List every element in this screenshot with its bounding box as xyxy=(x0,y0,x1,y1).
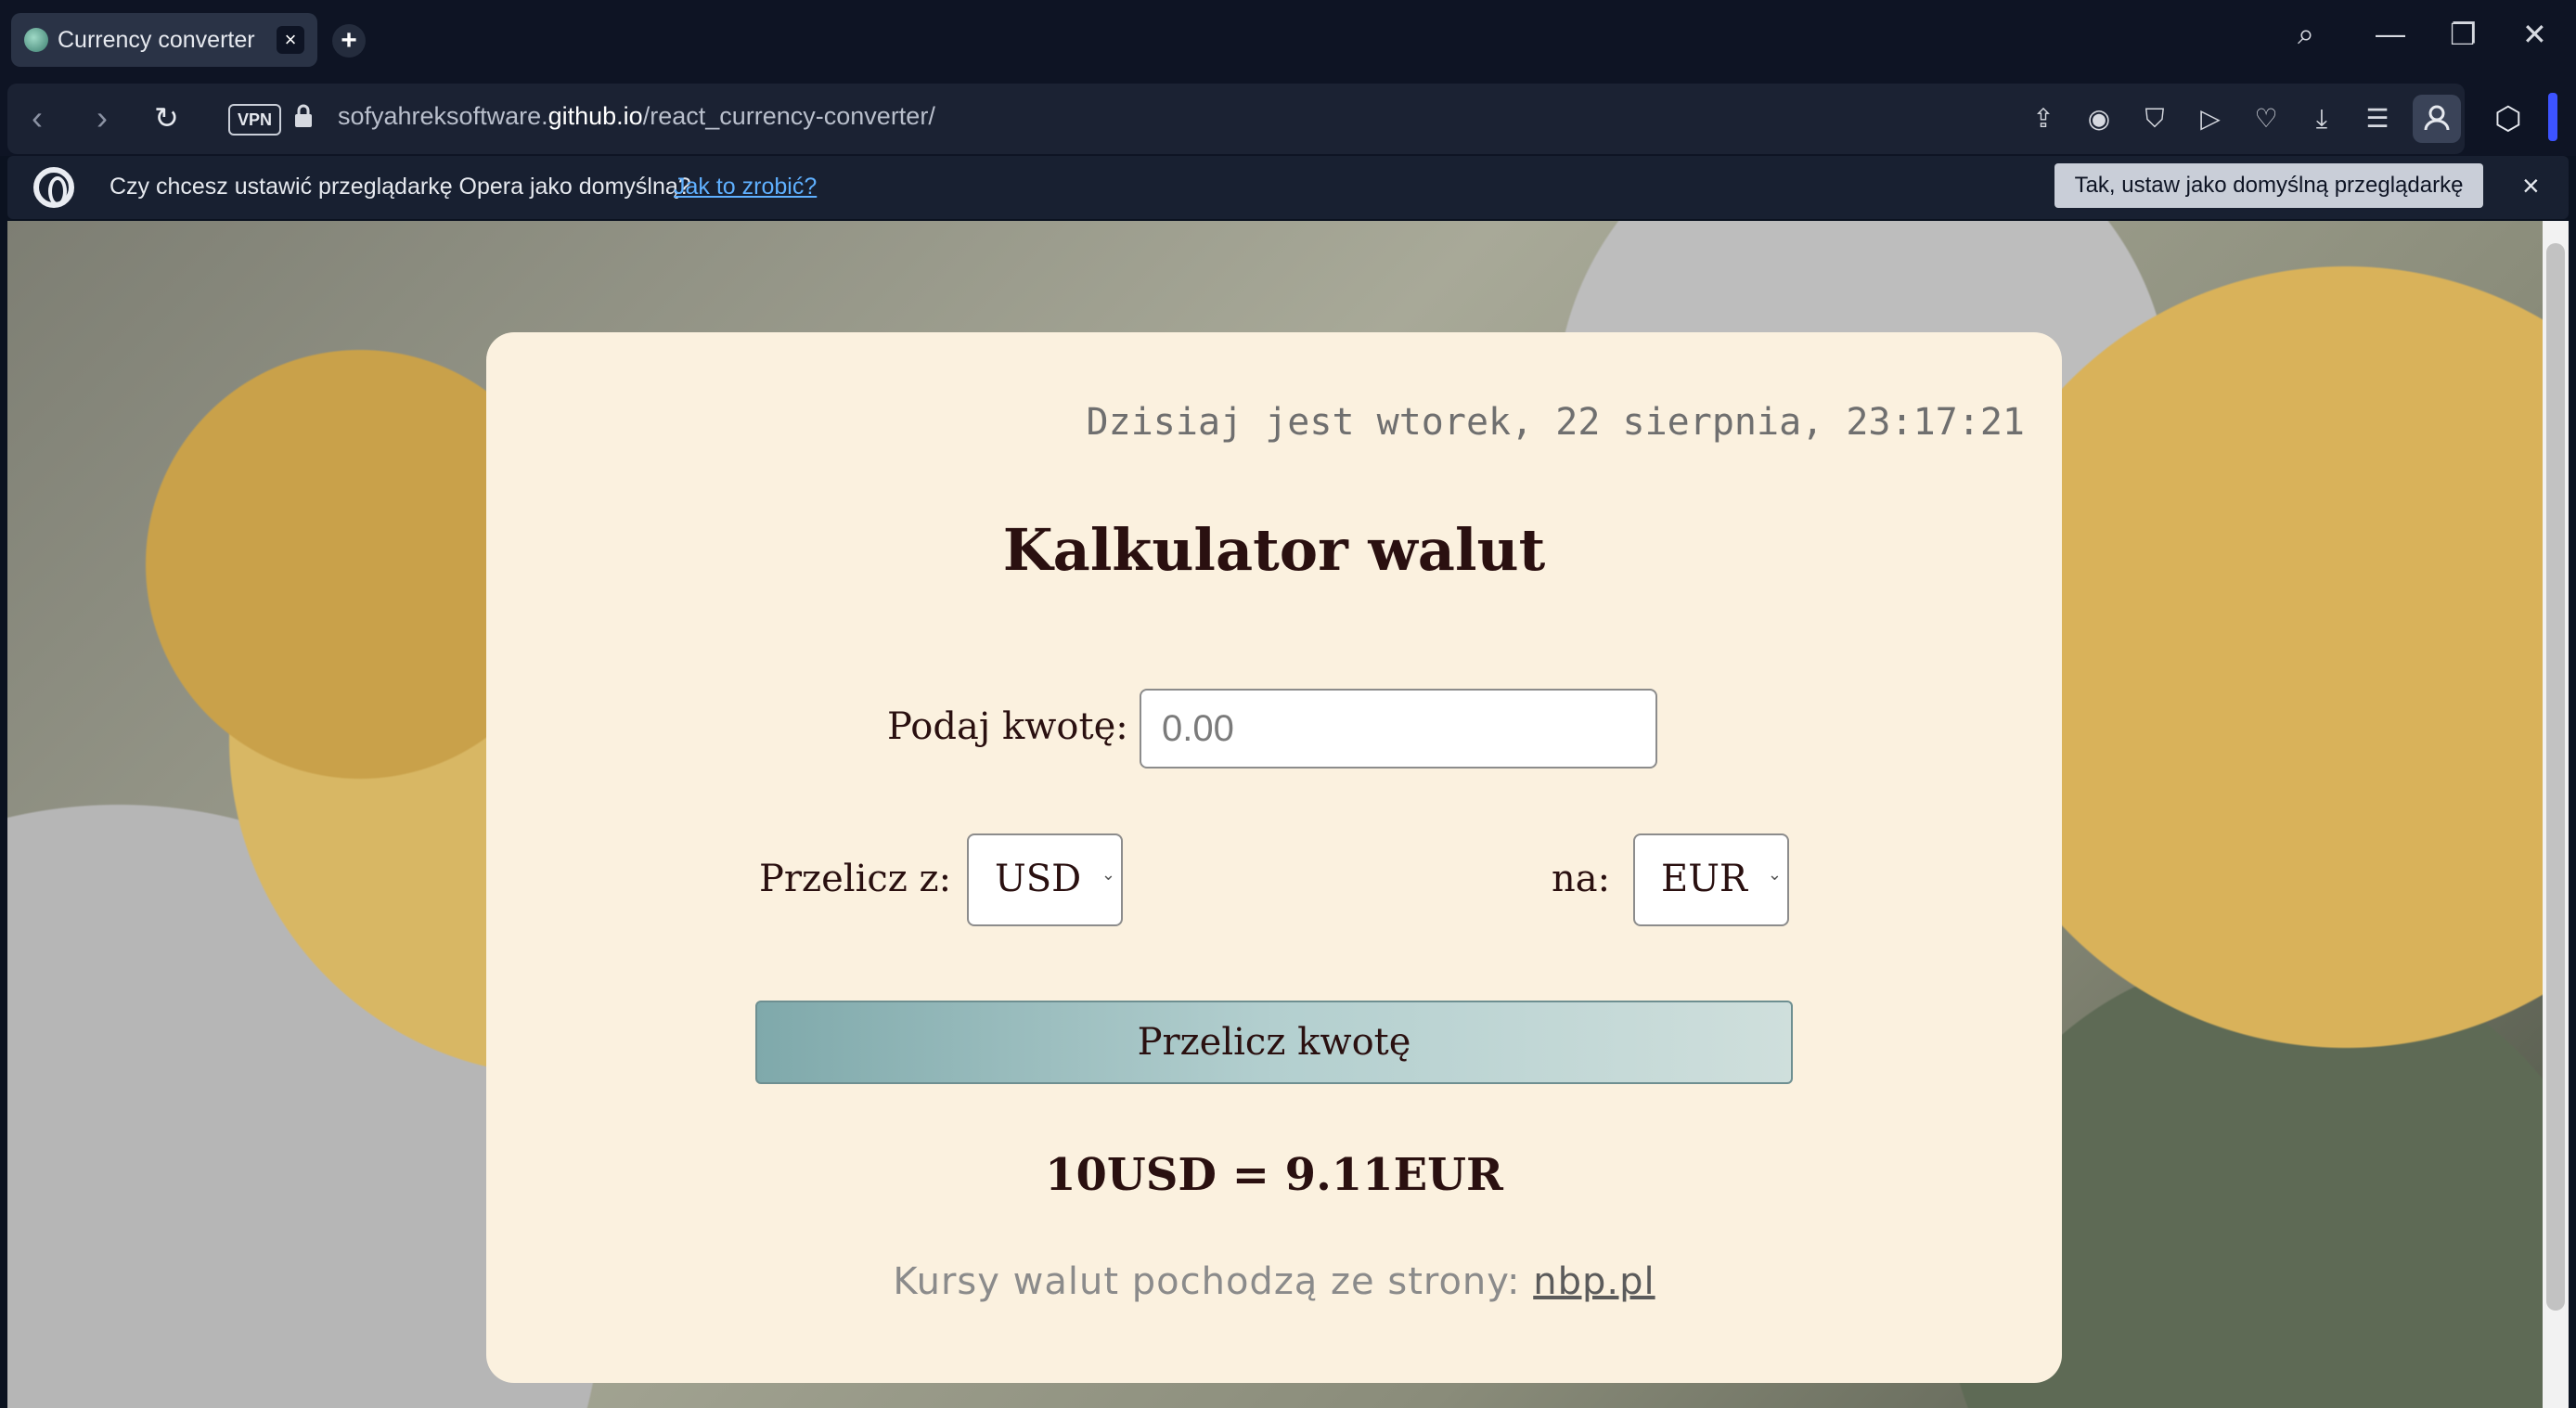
share-icon[interactable]: ⇪ xyxy=(2029,104,2058,134)
address-bar: ‹ › ↻ VPN sofyahreksoftware.github.io/re… xyxy=(7,84,2465,154)
converter-card: Dzisiaj jest wtorek, 22 sierpnia, 23:17:… xyxy=(486,332,2062,1383)
opera-logo-icon xyxy=(33,167,74,208)
to-currency-label: na: xyxy=(1552,858,1611,900)
scrollbar-thumb[interactable] xyxy=(2546,243,2565,1311)
url-path: /react_currency-converter/ xyxy=(642,102,935,130)
chevron-down-icon: ⌄ xyxy=(1101,865,1115,884)
heart-icon[interactable]: ♡ xyxy=(2251,104,2281,134)
scrollbar[interactable] xyxy=(2543,221,2569,1408)
window-close-button[interactable]: ✕ xyxy=(2522,17,2547,52)
infobar-text: Czy chcesz ustawić przeglądarkę Opera ja… xyxy=(109,174,691,200)
url-prefix: sofyahreksoftware. xyxy=(338,102,548,130)
url-domain: github.io xyxy=(547,102,643,130)
reload-button[interactable]: ↻ xyxy=(154,100,179,136)
rates-source-text: Kursy walut pochodzą ze strony: xyxy=(893,1260,1521,1303)
from-currency-label: Przelicz z: xyxy=(759,858,952,900)
chevron-down-icon: ⌄ xyxy=(1767,865,1782,884)
profile-button[interactable] xyxy=(2413,95,2461,143)
restore-button[interactable]: ❐ xyxy=(2450,17,2477,52)
tab-close-button[interactable]: × xyxy=(277,26,304,54)
conversion-result: 10USD = 9.11EUR xyxy=(1045,1149,1503,1201)
convert-button[interactable]: Przelicz kwotę xyxy=(755,1001,1793,1084)
rates-source: Kursy walut pochodzą ze strony: nbp.pl xyxy=(486,1260,2062,1303)
address-bar-row: ‹ › ↻ VPN sofyahreksoftware.github.io/re… xyxy=(0,82,2576,156)
lock-icon xyxy=(295,104,312,127)
tab-bar: Currency converter × + ⌕ — ❐ ✕ xyxy=(0,0,2576,82)
search-icon[interactable]: ⌕ xyxy=(2298,17,2314,52)
camera-icon[interactable]: ◉ xyxy=(2084,104,2114,134)
new-tab-button[interactable]: + xyxy=(332,24,366,58)
to-currency-value: EUR xyxy=(1661,858,1748,900)
back-button[interactable]: ‹ xyxy=(32,98,43,137)
page-title: Kalkulator walut xyxy=(1002,516,1546,584)
download-icon[interactable]: ⤓ xyxy=(2307,104,2337,134)
amount-input[interactable] xyxy=(1140,689,1657,769)
amount-label: Podaj kwotę: xyxy=(887,705,1128,748)
settings-icon[interactable]: ☰ xyxy=(2363,104,2392,134)
from-currency-value: USD xyxy=(995,858,1082,900)
shield-icon[interactable]: ⛉ xyxy=(2140,104,2170,134)
from-currency-select[interactable]: USD ⌄ xyxy=(967,833,1123,926)
forward-button[interactable]: › xyxy=(97,98,108,137)
tab-title: Currency converter xyxy=(58,26,255,53)
cube-icon[interactable]: ⬡ xyxy=(2494,100,2522,137)
to-currency-select[interactable]: EUR ⌄ xyxy=(1633,833,1789,926)
favicon-icon xyxy=(24,28,48,52)
vpn-badge[interactable]: VPN xyxy=(228,104,282,136)
sidebar-accent xyxy=(2548,93,2557,141)
default-browser-infobar: Czy chcesz ustawić przeglądarkę Opera ja… xyxy=(7,156,2569,219)
nbp-link[interactable]: nbp.pl xyxy=(1533,1260,1655,1303)
url-field[interactable]: sofyahreksoftware.github.io/react_curren… xyxy=(338,102,935,131)
infobar-close-button[interactable]: × xyxy=(2522,169,2540,203)
tab-currency-converter[interactable]: Currency converter × xyxy=(11,13,317,67)
set-default-button[interactable]: Tak, ustaw jako domyślną przeglądarkę xyxy=(2054,163,2483,208)
play-icon[interactable]: ▷ xyxy=(2196,104,2225,134)
profile-icon xyxy=(2424,105,2450,131)
infobar-howto-link[interactable]: Jak to zrobić? xyxy=(674,174,817,200)
current-datetime: Dzisiaj jest wtorek, 22 sierpnia, 23:17:… xyxy=(1086,401,2025,444)
minimize-button[interactable]: — xyxy=(2376,17,2405,51)
